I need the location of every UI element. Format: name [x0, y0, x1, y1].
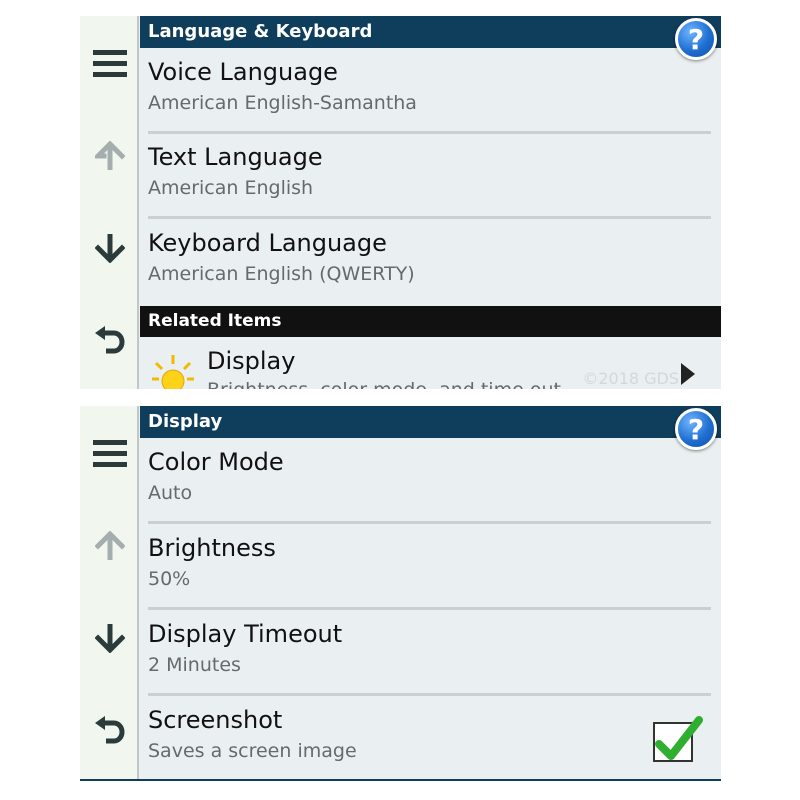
back-icon: [94, 326, 124, 354]
menu-button[interactable]: [80, 424, 139, 484]
language-keyboard-screen: Language & Keyboard ? Voice Language Ame…: [80, 16, 721, 389]
scroll-down-button[interactable]: [80, 608, 139, 668]
setting-keyboard-language[interactable]: Keyboard Language American English (QWER…: [148, 221, 711, 305]
divider: [148, 693, 711, 696]
related-item-label: Display: [207, 347, 296, 375]
setting-display-timeout[interactable]: Display Timeout 2 Minutes: [148, 612, 711, 696]
back-button[interactable]: [80, 310, 139, 370]
back-button[interactable]: [80, 700, 139, 760]
setting-value: American English: [148, 177, 314, 199]
setting-value: American English (QWERTY): [148, 263, 415, 285]
divider: [148, 216, 711, 219]
page-title: Language & Keyboard: [140, 16, 721, 48]
arrow-up-icon: [94, 141, 125, 170]
setting-value: Saves a screen image: [148, 740, 357, 762]
divider: [148, 131, 711, 134]
scroll-up-button[interactable]: [80, 126, 139, 186]
setting-value: 2 Minutes: [148, 654, 241, 676]
sidebar: [80, 16, 139, 389]
setting-value: American English-Samantha: [148, 92, 417, 114]
setting-value: Auto: [148, 482, 193, 504]
sun-icon: [152, 355, 194, 389]
scroll-down-button[interactable]: [80, 218, 139, 278]
related-item-display[interactable]: Display Brightness, color mode, and time…: [140, 337, 721, 389]
setting-screenshot[interactable]: Screenshot Saves a screen image: [148, 698, 711, 779]
divider: [148, 521, 711, 524]
screenshot-checkbox[interactable]: [653, 716, 703, 762]
scroll-up-button[interactable]: [80, 516, 139, 576]
setting-color-mode[interactable]: Color Mode Auto: [148, 440, 711, 524]
setting-label: Brightness: [148, 534, 276, 562]
arrow-down-icon: [94, 624, 125, 653]
chevron-right-icon: [681, 363, 695, 385]
setting-label: Color Mode: [148, 448, 284, 476]
related-items-header: Related Items: [140, 306, 721, 337]
setting-label: Display Timeout: [148, 620, 343, 648]
setting-label: Keyboard Language: [148, 229, 387, 257]
setting-label: Voice Language: [148, 58, 338, 86]
back-icon: [94, 716, 124, 744]
checkmark-icon: [655, 716, 703, 760]
menu-icon: [92, 50, 127, 77]
setting-label: Screenshot: [148, 706, 283, 734]
arrow-down-icon: [94, 234, 125, 263]
settings-panel: Display ? Color Mode Auto Brightness 50%…: [140, 406, 721, 779]
menu-icon: [92, 440, 127, 467]
divider: [148, 607, 711, 610]
related-item-value: Brightness, color mode, and time out: [207, 379, 561, 389]
setting-text-language[interactable]: Text Language American English: [148, 135, 711, 219]
watermark: ©2018 GDS: [582, 369, 679, 388]
setting-value: 50%: [148, 568, 191, 590]
setting-voice-language[interactable]: Voice Language American English-Samantha: [148, 50, 711, 134]
page-title: Display: [140, 406, 721, 438]
arrow-up-icon: [94, 531, 125, 560]
sidebar: [80, 406, 139, 779]
settings-panel: Language & Keyboard ? Voice Language Ame…: [140, 16, 721, 389]
setting-brightness[interactable]: Brightness 50%: [148, 526, 711, 610]
menu-button[interactable]: [80, 34, 139, 94]
setting-label: Text Language: [148, 143, 323, 171]
display-screen: Display ? Color Mode Auto Brightness 50%…: [80, 406, 721, 781]
